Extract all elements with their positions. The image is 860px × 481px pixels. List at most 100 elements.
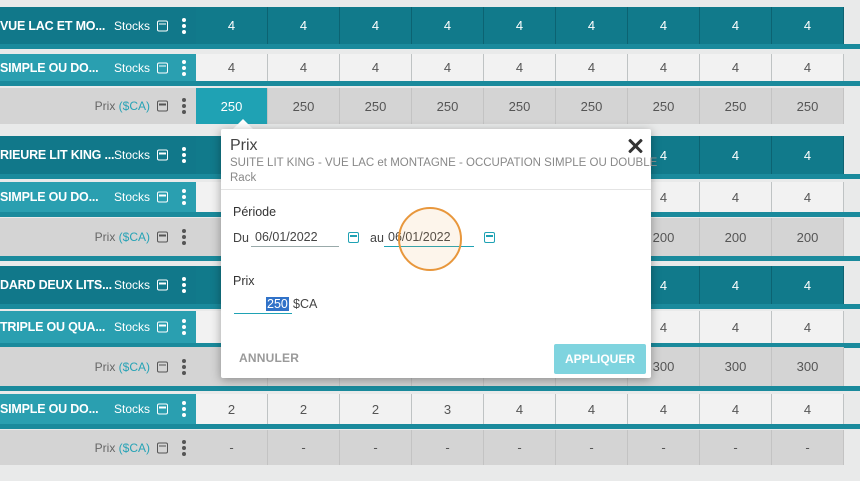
grid-cell[interactable]: 4	[772, 266, 844, 304]
more-vertical-icon[interactable]	[182, 189, 186, 205]
grid-cell[interactable]: 4	[772, 182, 844, 212]
grid-cell[interactable]: 200	[700, 218, 772, 256]
row-type-text: Prix	[94, 99, 119, 113]
grid-cell[interactable]: -	[196, 430, 268, 465]
grid-cell[interactable]: 4	[412, 54, 484, 81]
more-vertical-icon[interactable]	[182, 98, 186, 114]
more-vertical-icon[interactable]	[182, 358, 186, 375]
grid-cell[interactable]: 3	[412, 394, 484, 424]
from-date-input[interactable]: 06/01/2022	[251, 227, 339, 247]
to-calendar-icon[interactable]	[484, 232, 495, 243]
grid-cell[interactable]: 4	[196, 7, 268, 44]
more-vertical-icon[interactable]	[182, 17, 186, 34]
grid-cell[interactable]: 4	[700, 182, 772, 212]
row-type: Stocks	[114, 320, 150, 334]
grid-cell[interactable]: 4	[196, 54, 268, 81]
grid-cell[interactable]: 4	[340, 54, 412, 81]
grid-cell[interactable]: 200	[772, 218, 844, 256]
grid-cell[interactable]: 4	[628, 394, 700, 424]
calendar-icon[interactable]	[157, 279, 168, 291]
grid-cell[interactable]: -	[340, 430, 412, 465]
grid-cell[interactable]: 2	[196, 394, 268, 424]
price-input[interactable]: 250	[234, 294, 292, 314]
grid-cell[interactable]: 250	[628, 88, 700, 124]
grid-cell[interactable]: 4	[772, 394, 844, 424]
grid-cell[interactable]: 2	[268, 394, 340, 424]
calendar-icon[interactable]	[157, 442, 168, 453]
more-vertical-icon[interactable]	[182, 59, 186, 76]
grid-cell[interactable]: 4	[628, 7, 700, 44]
room-name[interactable]: SIMPLE OU DO...	[0, 190, 99, 204]
calendar-icon[interactable]	[157, 361, 168, 372]
calendar-icon[interactable]	[157, 20, 168, 31]
row-label: Prix ($CA)	[0, 430, 196, 465]
grid-cell[interactable]: 2	[340, 394, 412, 424]
calendar-icon[interactable]	[157, 100, 168, 112]
row-type-text: Stocks	[113, 18, 150, 33]
grid-cell[interactable]: 250	[556, 88, 628, 124]
grid-cell[interactable]: 300	[772, 347, 844, 386]
apply-button[interactable]: APPLIQUER	[554, 344, 646, 374]
grid-cell[interactable]: 4	[700, 311, 772, 343]
grid-cell[interactable]: 250	[268, 88, 340, 124]
room-name[interactable]: SIMPLE OU DO...	[0, 61, 99, 75]
cancel-button[interactable]: ANNULER	[239, 351, 299, 365]
grid-cell[interactable]: 4	[772, 136, 844, 174]
more-vertical-icon[interactable]	[182, 229, 186, 245]
grid-cell[interactable]: 4	[700, 394, 772, 424]
calendar-icon[interactable]	[157, 149, 168, 161]
grid-row: Prix ($CA) - - - - - - - - -	[0, 430, 860, 465]
more-vertical-icon[interactable]	[182, 401, 186, 417]
more-vertical-icon[interactable]	[182, 319, 186, 335]
room-name[interactable]: RIEURE LIT KING ...	[0, 148, 114, 162]
grid-cell[interactable]: 4	[700, 54, 772, 81]
from-calendar-icon[interactable]	[348, 232, 359, 243]
grid-cell[interactable]: 4	[628, 54, 700, 81]
grid-cell[interactable]: 4	[556, 7, 628, 44]
grid-cell[interactable]: 4	[556, 54, 628, 81]
grid-cell[interactable]: -	[700, 430, 772, 465]
room-name[interactable]: SIMPLE OU DO...	[0, 402, 99, 416]
more-vertical-icon[interactable]	[182, 277, 186, 293]
grid-cell[interactable]: 4	[268, 54, 340, 81]
grid-cell[interactable]: 250	[412, 88, 484, 124]
calendar-icon[interactable]	[157, 321, 168, 333]
grid-cell[interactable]: 4	[340, 7, 412, 44]
grid-cell[interactable]: -	[412, 430, 484, 465]
grid-cell[interactable]: 4	[484, 54, 556, 81]
grid-cell[interactable]: 4	[772, 54, 844, 81]
calendar-icon[interactable]	[157, 231, 168, 243]
grid-cell[interactable]: 4	[700, 266, 772, 304]
grid-cell[interactable]: -	[556, 430, 628, 465]
to-date-input[interactable]: 06/01/2022	[384, 227, 474, 247]
calendar-icon[interactable]	[157, 62, 168, 73]
grid-cell[interactable]: -	[268, 430, 340, 465]
room-type-subtitle: SUITE LIT KING - VUE LAC et MONTAGNE - O…	[230, 157, 658, 169]
room-name[interactable]: DARD DEUX LITS...	[0, 278, 112, 292]
calendar-icon[interactable]	[157, 403, 168, 415]
grid-cell[interactable]: 250	[772, 88, 844, 124]
grid-cell[interactable]: -	[772, 430, 844, 465]
grid-cell[interactable]: 300	[700, 347, 772, 386]
close-icon[interactable]	[627, 138, 643, 154]
room-name[interactable]: VUE LAC ET MO...	[0, 19, 105, 33]
grid-cell[interactable]: 4	[484, 7, 556, 44]
grid-cell[interactable]: 250	[484, 88, 556, 124]
calendar-icon[interactable]	[157, 191, 168, 203]
grid-cell[interactable]: 4	[412, 7, 484, 44]
grid-cell[interactable]: -	[484, 430, 556, 465]
grid-cell[interactable]: 4	[268, 7, 340, 44]
grid-cell[interactable]: 4	[484, 394, 556, 424]
grid-cell[interactable]: 4	[700, 136, 772, 174]
grid-cell[interactable]: -	[628, 430, 700, 465]
grid-cell[interactable]: 4	[772, 7, 844, 44]
row-type: Prix ($CA)	[95, 360, 150, 374]
grid-cell[interactable]: 250	[340, 88, 412, 124]
room-name[interactable]: TRIPLE OU QUA...	[0, 320, 105, 334]
more-vertical-icon[interactable]	[182, 439, 186, 456]
grid-cell[interactable]: 4	[700, 7, 772, 44]
grid-cell[interactable]: 250	[700, 88, 772, 124]
grid-cell[interactable]: 4	[772, 311, 844, 343]
grid-cell[interactable]: 4	[556, 394, 628, 424]
more-vertical-icon[interactable]	[182, 147, 186, 163]
